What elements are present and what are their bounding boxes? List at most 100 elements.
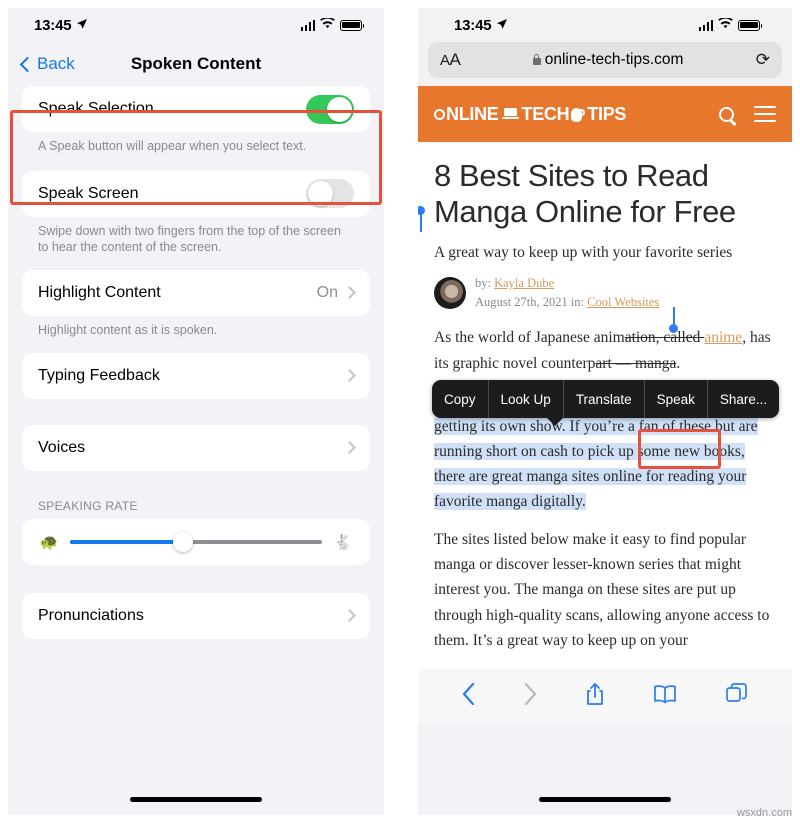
footnote-speak-selection: A Speak button will appear when you sele…: [38, 139, 307, 153]
selection-toolbar-arrow: [546, 417, 564, 426]
wifi-icon: [718, 16, 733, 34]
setting-card-speak-screen: Speak Screen: [22, 170, 370, 217]
article-content: 8 Best Sites to Read Manga Online for Fr…: [418, 142, 792, 669]
setting-label-speak-screen: Speak Screen: [38, 184, 139, 202]
byline-author-line: by: Kayla Dube: [475, 274, 659, 293]
status-bar-left: 13:45: [8, 8, 384, 42]
toggle-speak-selection[interactable]: [306, 94, 354, 124]
category-link[interactable]: Cool Websites: [587, 295, 659, 309]
battery-full-icon: [340, 19, 365, 31]
byline-prefix: by:: [475, 275, 491, 290]
setting-value-group-pronunciations: [343, 609, 356, 622]
setting-row-speak-screen[interactable]: Speak Screen: [38, 171, 354, 217]
para1-part-b: ation, called: [624, 329, 705, 347]
back-button[interactable]: Back: [19, 54, 75, 74]
status-bar-indicators: [300, 16, 365, 34]
slider-thumb[interactable]: [173, 531, 194, 552]
location-arrow-icon: [496, 17, 508, 34]
hamburger-menu-icon[interactable]: [754, 105, 776, 123]
text-size-aa-button[interactable]: AA: [440, 50, 461, 70]
chevron-left-icon: [19, 56, 36, 72]
setting-card-speaking-rate: 🐢 🐇: [22, 518, 370, 565]
setting-row-voices[interactable]: Voices: [38, 425, 356, 471]
article-title: 8 Best Sites to Read Manga Online for Fr…: [434, 158, 736, 229]
byline: by: Kayla Dube August 27th, 2021 in: Coo…: [434, 274, 776, 312]
home-indicator-right: [539, 797, 671, 802]
para1-part-c: ,: [742, 329, 747, 347]
logo-o-ring-icon: [434, 108, 445, 120]
status-bar-time-group: 13:45: [454, 17, 508, 34]
chevron-right-icon: [524, 682, 537, 709]
selection-action-translate[interactable]: Translate: [564, 380, 645, 418]
tortoise-icon: 🐢: [39, 533, 59, 551]
lock-icon: [532, 54, 541, 65]
screenshot-stage: 13:45 Back Spoken Content Speak Selectio…: [0, 0, 800, 823]
para1-part-f: .: [676, 354, 681, 372]
slider-fill: [70, 539, 184, 544]
share-icon[interactable]: [585, 682, 605, 710]
setting-card-voices: Voices: [22, 424, 370, 471]
article-paragraph-3: The sites listed below make it easy to f…: [434, 531, 770, 649]
tabs-icon[interactable]: [725, 683, 748, 709]
para1-part-a: As the world of Japanese anim: [434, 329, 625, 347]
setting-card-highlight-content: Highlight Content On: [22, 269, 370, 316]
setting-card-speak-selection: Speak Selection: [22, 86, 370, 132]
setting-row-pronunciations[interactable]: Pronunciations: [38, 593, 356, 639]
cellular-signal-icon: [698, 19, 713, 31]
selection-handle-end[interactable]: [669, 324, 678, 333]
settings-list: Speak Selection A Speak button will appe…: [8, 86, 384, 639]
safari-address-bar[interactable]: AA online-tech-tips.com ⟳: [428, 42, 782, 78]
setting-value-highlight-content: On: [316, 283, 338, 301]
hare-icon: 🐇: [333, 533, 353, 551]
chevron-left-icon[interactable]: [462, 682, 475, 709]
setting-row-highlight-content[interactable]: Highlight Content On: [38, 270, 356, 316]
toggle-knob: [327, 96, 352, 122]
setting-value-group-highlight-content: On: [316, 283, 356, 302]
chevron-right-icon: [343, 286, 356, 300]
selection-action-speak[interactable]: Speak: [645, 380, 708, 418]
speaking-rate-slider[interactable]: [70, 531, 322, 552]
selection-handle-start-bar: [420, 213, 422, 232]
battery-full-icon: [738, 19, 763, 31]
selection-action-share[interactable]: Share...: [708, 380, 779, 418]
home-indicator-left: [130, 797, 262, 802]
mouse-icon: [571, 107, 586, 122]
setting-card-typing-feedback: Typing Feedback: [22, 352, 370, 399]
search-icon[interactable]: [719, 106, 734, 122]
url-text: online-tech-tips.com: [544, 51, 684, 68]
text-selection-toolbar: Copy Look Up Translate Speak Share...: [432, 380, 780, 418]
avatar: [434, 276, 466, 309]
anime-link[interactable]: anime: [704, 329, 742, 346]
status-bar-time: 13:45: [34, 16, 72, 34]
safari-top-chrome: 13:45 AA online-tech-tips.com ⟳: [418, 8, 792, 86]
setting-value-group-typing-feedback: [343, 369, 356, 382]
site-logo[interactable]: NLINE TECH TIPS: [434, 104, 626, 125]
article-paragraph-1: As the world of Japanese animation, call…: [434, 325, 776, 375]
footnote-speak-screen: Swipe down with two fingers from the top…: [38, 223, 341, 255]
selection-action-copy[interactable]: Copy: [432, 380, 489, 418]
selection-handle-start[interactable]: [418, 206, 425, 215]
selection-action-look-up[interactable]: Look Up: [489, 380, 564, 418]
setting-label-speak-selection: Speak Selection: [38, 100, 154, 117]
author-link[interactable]: Kayla Dube: [494, 276, 554, 290]
para1-part-e: art — manga: [595, 354, 677, 372]
watermark: wsxdn.com: [736, 807, 792, 819]
setting-label-typing-feedback: Typing Feedback: [38, 366, 160, 384]
url-display[interactable]: online-tech-tips.com: [532, 51, 684, 69]
setting-row-speak-selection[interactable]: Speak Selection: [38, 86, 354, 132]
status-bar-indicators: [698, 16, 763, 34]
reload-icon[interactable]: ⟳: [756, 50, 770, 70]
book-icon[interactable]: [653, 684, 677, 708]
status-bar-time-group: 13:45: [34, 17, 88, 34]
byline-date-line: August 27th, 2021 in: Cool Websites: [475, 293, 659, 312]
back-button-label: Back: [37, 54, 75, 73]
navigation-bar: Back Spoken Content: [8, 42, 384, 86]
speaking-rate-slider-row[interactable]: 🐢 🐇: [38, 519, 354, 565]
safari-bottom-toolbar: [418, 669, 792, 723]
toggle-speak-screen[interactable]: [306, 179, 354, 209]
byline-text: by: Kayla Dube August 27th, 2021 in: Coo…: [475, 274, 659, 312]
left-phone-settings-screen: 13:45 Back Spoken Content Speak Selectio…: [8, 8, 384, 815]
aa-small: A: [440, 52, 450, 69]
setting-row-typing-feedback[interactable]: Typing Feedback: [38, 353, 356, 399]
logo-tips-text: TIPS: [587, 103, 627, 124]
